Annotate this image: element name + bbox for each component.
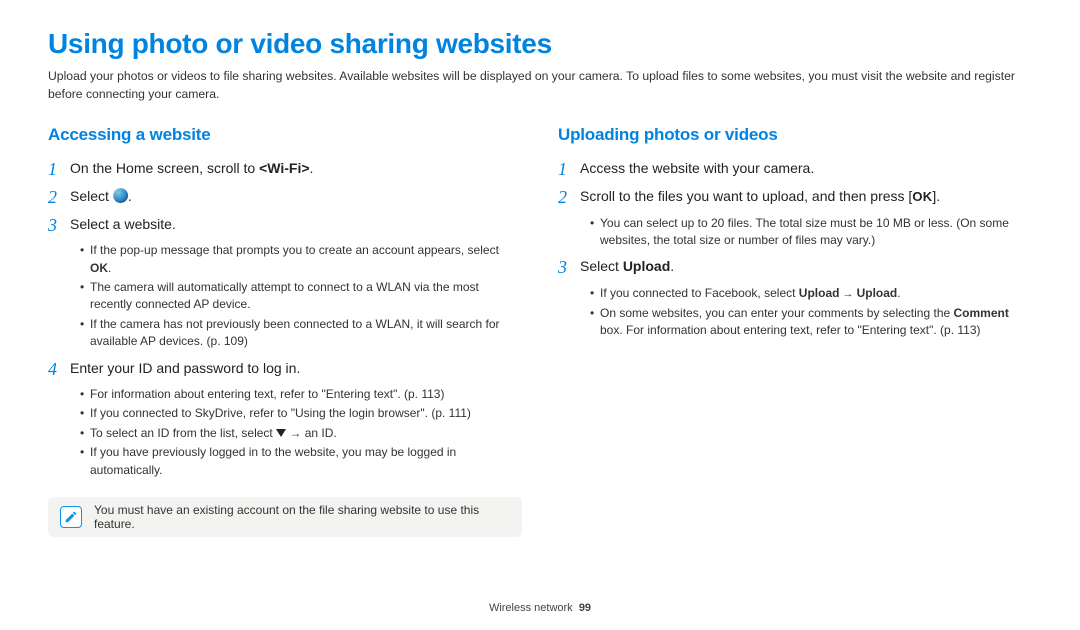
bullet-item: If the pop-up message that prompts you t…	[80, 242, 522, 277]
globe-icon	[113, 188, 128, 203]
bullet-item: The camera will automatically attempt to…	[80, 279, 522, 314]
footer-section-label: Wireless network	[489, 602, 573, 614]
step-text: Access the website with your camera.	[580, 159, 814, 179]
arrow-text: →	[839, 288, 856, 300]
note-icon	[60, 506, 82, 528]
pencil-note-icon	[64, 510, 78, 524]
left-step-3-bullets: If the pop-up message that prompts you t…	[48, 242, 522, 350]
text-part: If the pop-up message that prompts you t…	[90, 243, 499, 257]
step-number: 4	[48, 359, 70, 381]
step-number: 3	[48, 215, 70, 237]
left-step-2: 2 Select .	[48, 187, 522, 209]
left-step-4: 4 Enter your ID and password to log in.	[48, 359, 522, 381]
ok-label: OK	[90, 261, 108, 275]
wifi-label: <Wi-Fi>	[259, 160, 309, 176]
text-part: .	[310, 160, 314, 176]
down-triangle-icon	[276, 429, 286, 437]
two-column-layout: Accessing a website 1 On the Home screen…	[48, 125, 1032, 537]
bullet-item: If you connected to SkyDrive, refer to "…	[80, 405, 522, 422]
text-part: .	[128, 188, 132, 204]
left-step-3: 3 Select a website.	[48, 215, 522, 237]
bullet-item: If the camera has not previously been co…	[80, 316, 522, 351]
text-part: On the Home screen, scroll to	[70, 160, 259, 176]
text-part: → an ID.	[286, 426, 337, 440]
page-title: Using photo or video sharing websites	[48, 28, 1032, 60]
left-heading: Accessing a website	[48, 125, 522, 145]
text-part: Select	[580, 258, 623, 274]
right-step-3-bullets: If you connected to Facebook, select Upl…	[558, 285, 1032, 340]
bullet-item: To select an ID from the list, select → …	[80, 425, 522, 442]
right-step-2-bullets: You can select up to 20 files. The total…	[558, 215, 1032, 250]
text-part: If you connected to Facebook, select	[600, 286, 799, 300]
step-text: Select .	[70, 187, 132, 207]
comment-bold: Comment	[954, 306, 1009, 320]
bullet-item: You can select up to 20 files. The total…	[590, 215, 1032, 250]
text-part: box. For information about entering text…	[600, 323, 981, 337]
footer-page-number: 99	[579, 602, 591, 614]
step-number: 2	[558, 187, 580, 209]
right-step-3: 3 Select Upload.	[558, 257, 1032, 279]
step-number: 1	[558, 159, 580, 181]
note-box: You must have an existing account on the…	[48, 497, 522, 537]
text-part: To select an ID from the list, select	[90, 426, 276, 440]
right-step-1: 1 Access the website with your camera.	[558, 159, 1032, 181]
upload-bold: Upload	[799, 286, 840, 300]
text-part: .	[897, 286, 900, 300]
right-column: Uploading photos or videos 1 Access the …	[558, 125, 1032, 537]
bullet-item: On some websites, you can enter your com…	[590, 305, 1032, 340]
text-part: ].	[932, 188, 940, 204]
step-text: Select a website.	[70, 215, 176, 235]
page-footer: Wireless network 99	[0, 602, 1080, 614]
right-step-2: 2 Scroll to the files you want to upload…	[558, 187, 1032, 209]
text-part: .	[670, 258, 674, 274]
step-text: Scroll to the files you want to upload, …	[580, 187, 940, 207]
text-part: On some websites, you can enter your com…	[600, 306, 954, 320]
step-text: On the Home screen, scroll to <Wi-Fi>.	[70, 159, 313, 179]
text-part: Select	[70, 188, 113, 204]
upload-label: Upload	[623, 258, 670, 274]
intro-text: Upload your photos or videos to file sha…	[48, 68, 1032, 103]
upload-bold: Upload	[857, 286, 898, 300]
note-text: You must have an existing account on the…	[94, 503, 510, 531]
step-number: 2	[48, 187, 70, 209]
left-step-4-bullets: For information about entering text, ref…	[48, 386, 522, 479]
bullet-item: If you connected to Facebook, select Upl…	[590, 285, 1032, 303]
left-step-1: 1 On the Home screen, scroll to <Wi-Fi>.	[48, 159, 522, 181]
step-number: 1	[48, 159, 70, 181]
step-text: Enter your ID and password to log in.	[70, 359, 300, 379]
text-part: Scroll to the files you want to upload, …	[580, 188, 912, 204]
right-heading: Uploading photos or videos	[558, 125, 1032, 145]
step-number: 3	[558, 257, 580, 279]
text-part: .	[108, 261, 111, 275]
left-column: Accessing a website 1 On the Home screen…	[48, 125, 522, 537]
bullet-item: If you have previously logged in to the …	[80, 444, 522, 479]
ok-button-label: OK	[912, 189, 932, 204]
bullet-item: For information about entering text, ref…	[80, 386, 522, 403]
step-text: Select Upload.	[580, 257, 674, 277]
